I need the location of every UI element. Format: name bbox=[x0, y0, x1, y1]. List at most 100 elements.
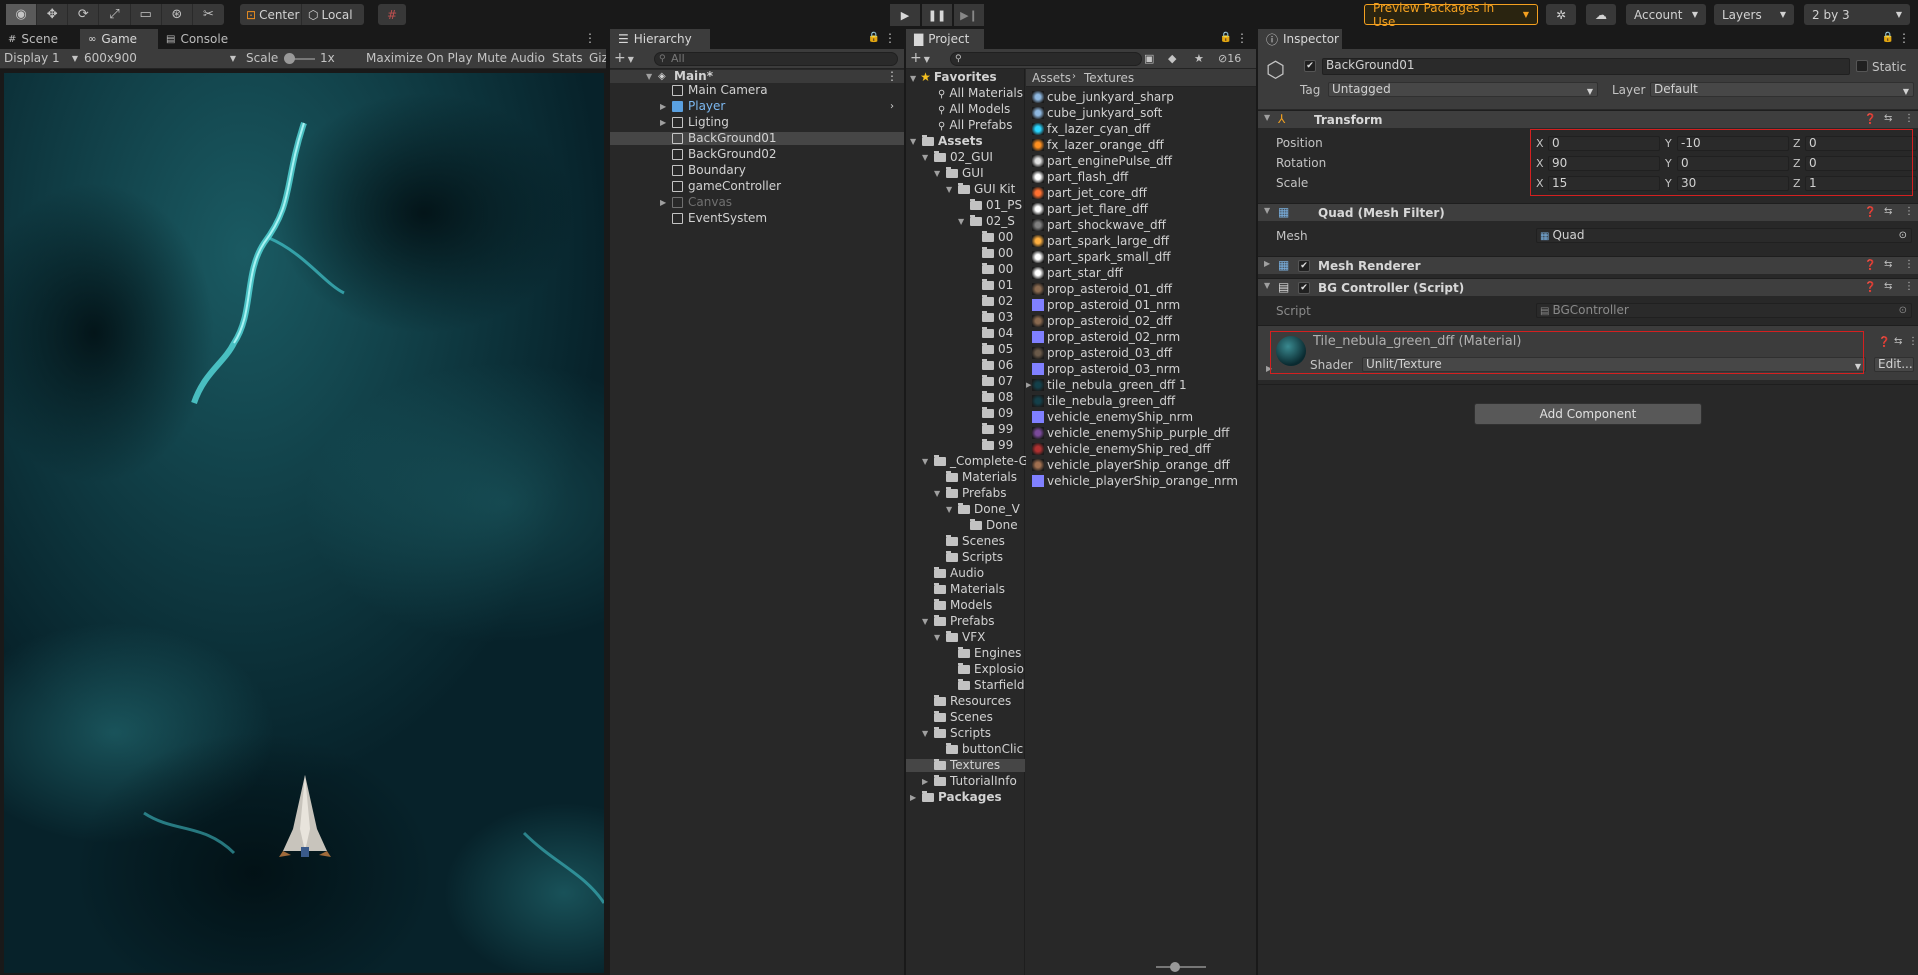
cloud-icon[interactable]: ☁ bbox=[1586, 4, 1616, 25]
help-icon[interactable]: ❓ bbox=[1864, 282, 1876, 293]
transform-tool-icon[interactable]: ⊛ bbox=[162, 4, 193, 25]
view-tool-icon[interactable]: ◉ bbox=[6, 4, 38, 25]
lock-icon[interactable]: 🔒 bbox=[1220, 32, 1232, 43]
stats-button[interactable]: Stats bbox=[552, 51, 583, 65]
tab-project[interactable]: ▇ Project bbox=[906, 29, 984, 49]
hierarchy-search-input[interactable]: ⚲ All bbox=[654, 52, 898, 66]
texture-file-item[interactable]: vehicle_enemyShip_nrm bbox=[1032, 411, 1193, 424]
texture-file-item[interactable]: part_star_dff bbox=[1032, 267, 1123, 280]
project-tree-item[interactable]: ▶ TutorialInfo bbox=[906, 775, 1025, 788]
texture-file-item[interactable]: prop_asteroid_03_nrm bbox=[1032, 363, 1180, 376]
move-tool-icon[interactable]: ✥ bbox=[37, 4, 69, 25]
project-tree-item[interactable]: Materials bbox=[906, 471, 1025, 484]
breadcrumb-assets[interactable]: Assets bbox=[1032, 71, 1071, 85]
texture-file-item[interactable]: fx_lazer_cyan_dff bbox=[1032, 123, 1150, 136]
project-tree-item[interactable]: 99 bbox=[906, 439, 1025, 452]
step-button[interactable]: ▶❙ bbox=[954, 4, 984, 26]
pivot-local-button[interactable]: ⬡ Local bbox=[302, 4, 364, 25]
tab-inspector[interactable]: ⓘ Inspector bbox=[1258, 29, 1342, 49]
project-tree-item[interactable]: Engines bbox=[906, 647, 1025, 660]
texture-file-item[interactable]: part_shockwave_dff bbox=[1032, 219, 1166, 232]
search-by-type-icon[interactable]: ▣ bbox=[1144, 52, 1154, 65]
help-icon[interactable]: ❓ bbox=[1864, 207, 1876, 218]
layout-dropdown[interactable]: 2 by 3 ▼ bbox=[1804, 4, 1910, 25]
search-by-label-icon[interactable]: ◆ bbox=[1168, 52, 1176, 65]
preset-icon[interactable]: ⇆ bbox=[1894, 336, 1902, 347]
lock-icon[interactable]: 🔒 bbox=[1882, 32, 1894, 43]
help-icon[interactable]: ❓ bbox=[1864, 260, 1876, 271]
project-tree-item[interactable]: 99 bbox=[906, 423, 1025, 436]
icon-size-slider-handle[interactable] bbox=[1170, 962, 1180, 972]
expanded-arrow-icon[interactable]: ▼ bbox=[922, 727, 928, 740]
collapsed-arrow-icon[interactable]: ▶ bbox=[922, 775, 928, 788]
project-tree-item[interactable]: Textures bbox=[906, 759, 1025, 772]
texture-file-item[interactable]: prop_asteroid_03_dff bbox=[1032, 347, 1172, 360]
texture-file-item[interactable]: prop_asteroid_02_dff bbox=[1032, 315, 1172, 328]
static-checkbox[interactable] bbox=[1856, 60, 1868, 72]
scale-slider-handle[interactable] bbox=[284, 53, 295, 64]
project-tree-item[interactable]: ▼ Assets bbox=[906, 135, 1025, 148]
texture-file-item[interactable]: prop_asteroid_01_nrm bbox=[1032, 299, 1180, 312]
texture-file-item[interactable]: vehicle_enemyShip_red_dff bbox=[1032, 443, 1211, 456]
project-tree-item[interactable]: Scenes bbox=[906, 535, 1025, 548]
expanded-arrow-icon[interactable]: ▼ bbox=[946, 183, 952, 196]
panel-menu-icon[interactable]: ⋮ bbox=[884, 31, 896, 45]
project-tree-item[interactable]: 01 bbox=[906, 279, 1025, 292]
texture-file-item[interactable]: vehicle_playerShip_orange_nrm bbox=[1032, 475, 1238, 488]
tab-console[interactable]: ▤ Console bbox=[158, 29, 248, 49]
texture-file-item[interactable]: part_flash_dff bbox=[1032, 171, 1128, 184]
expanded-arrow-icon[interactable]: ▼ bbox=[958, 215, 964, 228]
texture-file-item[interactable]: part_jet_core_dff bbox=[1032, 187, 1147, 200]
panel-menu-icon[interactable]: ⋮ bbox=[1236, 31, 1248, 45]
project-tree-item[interactable]: Scripts bbox=[906, 551, 1025, 564]
tab-hierarchy[interactable]: ☰ Hierarchy bbox=[610, 29, 710, 49]
mesh-renderer-checkbox[interactable]: ✔ bbox=[1298, 260, 1310, 272]
project-tree-item[interactable]: 00 bbox=[906, 231, 1025, 244]
mesh-field[interactable]: ▦ Quad ⊙ bbox=[1536, 228, 1912, 243]
project-tree-item[interactable]: 05 bbox=[906, 343, 1025, 356]
rotate-tool-icon[interactable]: ⟳ bbox=[68, 4, 100, 25]
expanded-arrow-icon[interactable]: ▼ bbox=[946, 503, 952, 516]
project-tree-item[interactable]: 01_PS bbox=[906, 199, 1025, 212]
account-dropdown[interactable]: Account ▼ bbox=[1626, 4, 1706, 25]
panel-menu-icon[interactable]: ⋮ bbox=[584, 31, 596, 45]
collapsed-arrow-icon[interactable]: ▶ bbox=[660, 116, 666, 129]
texture-file-item[interactable]: fx_lazer_orange_dff bbox=[1032, 139, 1164, 152]
collapsed-arrow-icon[interactable]: ▶ bbox=[910, 791, 916, 804]
preset-icon[interactable]: ⇆ bbox=[1884, 206, 1892, 217]
project-tree-item[interactable]: Done bbox=[906, 519, 1025, 532]
resolution-dropdown[interactable]: 600x900 ▼ bbox=[84, 51, 236, 65]
bg-controller-checkbox[interactable]: ✔ bbox=[1298, 282, 1310, 294]
object-picker-icon[interactable]: ⊙ bbox=[1899, 229, 1907, 242]
project-tree-item[interactable]: ▼ GUI bbox=[906, 167, 1025, 180]
texture-file-item[interactable]: prop_asteroid_02_nrm bbox=[1032, 331, 1180, 344]
favorites-star-icon[interactable]: ★ bbox=[1194, 52, 1204, 65]
preset-icon[interactable]: ⇆ bbox=[1884, 281, 1892, 292]
scene-menu-icon[interactable]: ⋮ bbox=[886, 70, 898, 83]
project-tree-item[interactable]: 06 bbox=[906, 359, 1025, 372]
texture-file-item[interactable]: ▶ tile_nebula_green_dff 1 bbox=[1026, 379, 1187, 392]
custom-tool-icon[interactable]: ✂ bbox=[193, 4, 224, 25]
expanded-arrow-icon[interactable]: ▼ bbox=[922, 151, 928, 164]
favorites-item[interactable]: ⚲ All Prefabs bbox=[938, 119, 1013, 133]
project-tree-item[interactable]: ▼ Scripts bbox=[906, 727, 1025, 740]
grid-snap-icon[interactable]: # bbox=[378, 4, 406, 25]
hierarchy-item[interactable]: ▶ Player › bbox=[610, 100, 904, 113]
texture-file-item[interactable]: prop_asteroid_01_dff bbox=[1032, 283, 1172, 296]
texture-file-item[interactable]: part_enginePulse_dff bbox=[1032, 155, 1172, 168]
hierarchy-item[interactable]: Main Camera bbox=[610, 84, 904, 97]
collapsed-arrow-icon[interactable]: ▶ bbox=[660, 196, 666, 209]
shader-edit-button[interactable]: Edit... bbox=[1874, 357, 1914, 372]
project-tree-item[interactable]: 09 bbox=[906, 407, 1025, 420]
favorites-item[interactable]: ⚲ All Materials bbox=[938, 87, 1023, 101]
project-tree-item[interactable]: buttonClic bbox=[906, 743, 1025, 756]
favorites-item[interactable]: ⚲ All Models bbox=[938, 103, 1010, 117]
project-tree-item[interactable]: ▶ Packages bbox=[906, 791, 1025, 804]
component-menu-icon[interactable]: ⋮ bbox=[1904, 113, 1914, 124]
open-prefab-icon[interactable]: › bbox=[890, 100, 894, 113]
transform-header[interactable]: ▼ ⅄ Transform ❓ ⇆ ⋮ bbox=[1258, 110, 1918, 128]
expanded-arrow-icon[interactable]: ▼ bbox=[934, 167, 940, 180]
scale-tool-icon[interactable]: ⤢ bbox=[99, 4, 131, 25]
game-render-viewport[interactable] bbox=[4, 73, 604, 973]
project-tree-item[interactable]: 03 bbox=[906, 311, 1025, 324]
